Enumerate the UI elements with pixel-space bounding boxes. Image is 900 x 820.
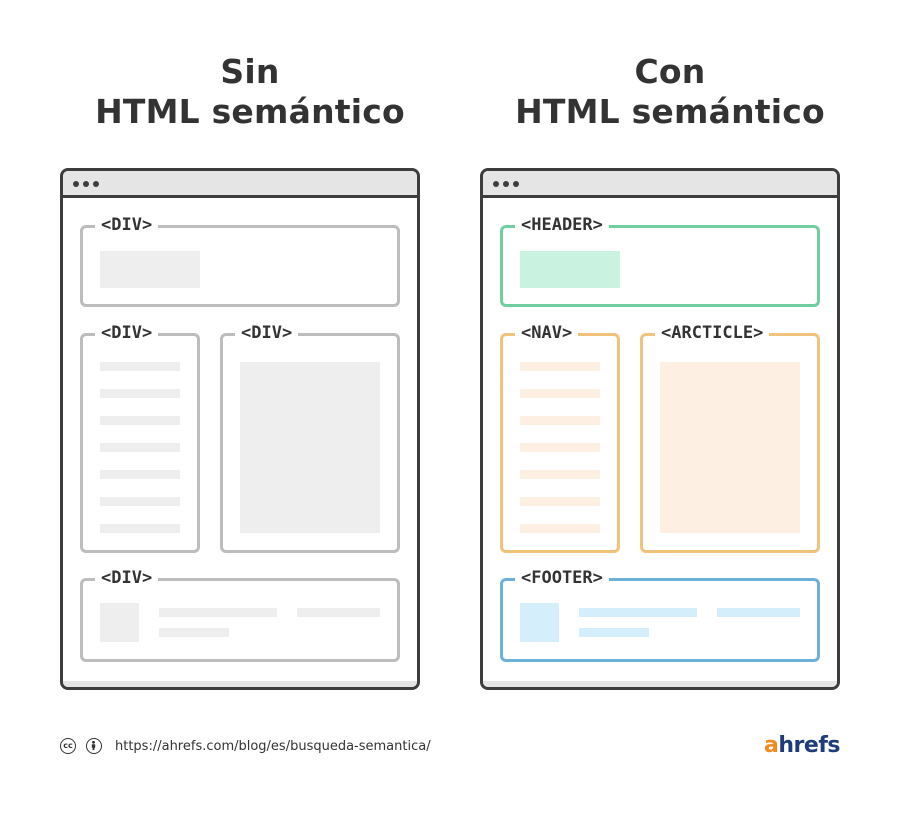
- right-browser-window: <HEADER> <NAV> <ARCTICLE> <FOOTER>: [480, 168, 840, 690]
- window-dot-icon: [93, 181, 99, 187]
- nav-line: [520, 497, 600, 506]
- creative-commons-icon: cc: [60, 738, 76, 754]
- nav-line: [100, 362, 180, 371]
- nav-line: [520, 416, 600, 425]
- left-header-label: <DIV>: [95, 214, 159, 236]
- footer-line: [717, 608, 800, 617]
- source-url-link[interactable]: https://ahrefs.com/blog/es/busqueda-sema…: [115, 739, 431, 755]
- right-nav-box: <NAV>: [500, 322, 620, 553]
- nav-line: [520, 470, 600, 479]
- footer-fill-square: [520, 603, 559, 642]
- nav-line: [520, 524, 600, 533]
- left-footer-label: <DIV>: [95, 567, 159, 589]
- right-article-label: <ARCTICLE>: [655, 322, 770, 344]
- left-title: Sin HTML semántico: [40, 52, 460, 132]
- left-title-line-1: Sin: [220, 52, 280, 91]
- browser-bottom-bar: [483, 681, 837, 687]
- window-dot-icon: [83, 181, 89, 187]
- footer-line: [159, 628, 229, 637]
- left-footer-box: <DIV>: [80, 567, 400, 662]
- left-nav-box: <DIV>: [80, 322, 200, 553]
- credits-bar: cc https://ahrefs.com/blog/es/busqueda-s…: [60, 734, 840, 762]
- left-browser-window: <DIV> <DIV> <DIV> <DIV>: [60, 168, 420, 690]
- article-fill-block: [240, 362, 380, 533]
- right-title: Con HTML semántico: [460, 52, 880, 132]
- nav-line: [100, 389, 180, 398]
- right-title-line-2: HTML semántico: [515, 92, 825, 131]
- logo-a: a: [764, 733, 779, 758]
- footer-line: [579, 608, 697, 617]
- window-dot-icon: [513, 181, 519, 187]
- ahrefs-logo[interactable]: ahrefs: [764, 734, 840, 758]
- header-fill-block: [520, 251, 620, 288]
- right-footer-label: <FOOTER>: [515, 567, 609, 589]
- nav-line: [100, 416, 180, 425]
- article-fill-block: [660, 362, 800, 533]
- nav-line: [520, 389, 600, 398]
- nav-line: [100, 497, 180, 506]
- logo-rest: hrefs: [778, 733, 840, 758]
- footer-line: [159, 608, 277, 617]
- right-title-line-1: Con: [634, 52, 706, 91]
- nav-line: [100, 524, 180, 533]
- window-dot-icon: [493, 181, 499, 187]
- left-nav-label: <DIV>: [95, 322, 159, 344]
- nav-line: [100, 443, 180, 452]
- header-fill-block: [100, 251, 200, 288]
- nav-line: [100, 470, 180, 479]
- right-nav-label: <NAV>: [515, 322, 579, 344]
- right-article-box: <ARCTICLE>: [640, 322, 820, 553]
- left-title-line-2: HTML semántico: [95, 92, 405, 131]
- browser-top-bar: [483, 171, 837, 198]
- left-header-box: <DIV>: [80, 214, 400, 307]
- footer-fill-square: [100, 603, 139, 642]
- window-dot-icon: [73, 181, 79, 187]
- footer-line: [297, 608, 380, 617]
- nav-line: [520, 443, 600, 452]
- footer-line: [579, 628, 649, 637]
- right-header-box: <HEADER>: [500, 214, 820, 307]
- left-article-label: <DIV>: [235, 322, 299, 344]
- left-article-box: <DIV>: [220, 322, 400, 553]
- right-header-label: <HEADER>: [515, 214, 609, 236]
- right-footer-box: <FOOTER>: [500, 567, 820, 662]
- browser-top-bar: [63, 171, 417, 198]
- window-dot-icon: [503, 181, 509, 187]
- nav-line: [520, 362, 600, 371]
- browser-bottom-bar: [63, 681, 417, 687]
- attribution-person-icon: [86, 738, 102, 754]
